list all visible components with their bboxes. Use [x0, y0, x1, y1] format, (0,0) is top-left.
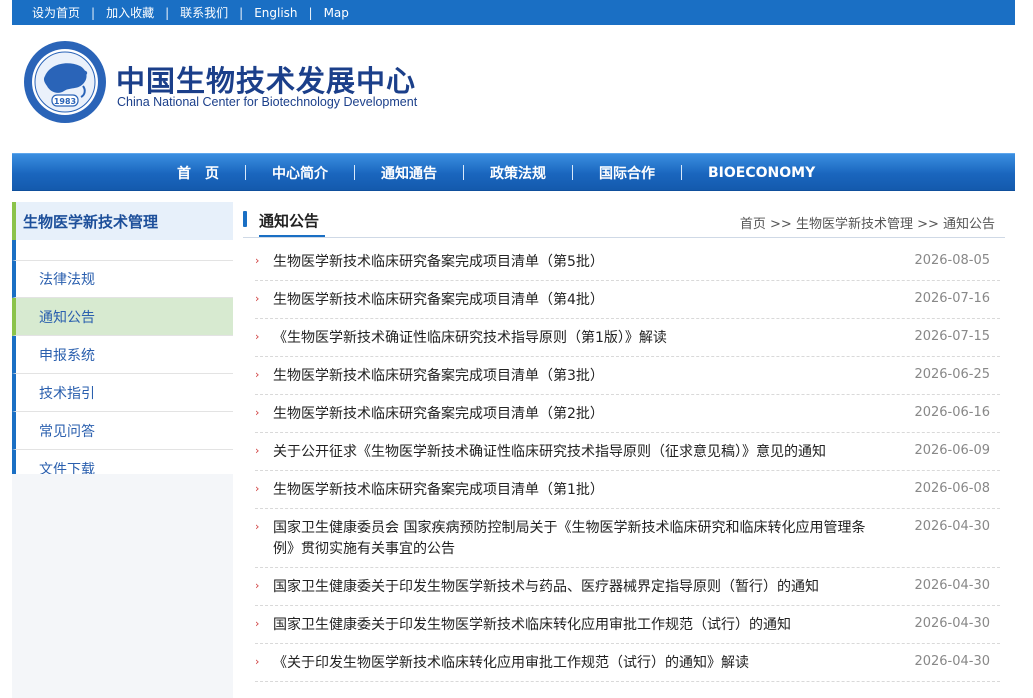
list-item: › 生物医学新技术临床研究备案完成项目清单（第2批） 2026-06-16 — [255, 395, 1000, 433]
english-link[interactable]: English — [254, 6, 297, 20]
list-item: › 关于公开征求《生物医学新技术确证性临床研究技术指导原则（征求意见稿）》意见的… — [255, 433, 1000, 471]
sidebar-spacer — [12, 240, 233, 260]
bullet-arrow-icon: › — [255, 292, 260, 305]
nav-notices[interactable]: 通知通告 — [381, 163, 437, 183]
list-item: › 生物医学新技术临床研究备案完成项目清单（第5批） 2026-08-05 — [255, 243, 1000, 281]
list-item: › 国家卫生健康委关于印发生物医学新技术临床转化应用审批工作规范（试行）的通知 … — [255, 606, 1000, 644]
bullet-arrow-icon: › — [255, 579, 260, 592]
site-header: 1983 中国生物技术发展中心 China National Center fo… — [12, 25, 1015, 153]
sidebar-item-technical-guidance[interactable]: 技术指引 — [12, 374, 233, 412]
notice-link[interactable]: 生物医学新技术临床研究备案完成项目清单（第2批） — [273, 404, 873, 425]
bullet-arrow-icon: › — [255, 655, 260, 668]
notice-date: 2026-07-15 — [914, 329, 990, 344]
divider: | — [308, 5, 313, 20]
nav-divider — [245, 165, 246, 180]
bullet-arrow-icon: › — [255, 254, 260, 267]
bullet-arrow-icon: › — [255, 482, 260, 495]
list-item: › 《关于印发生物医学新技术临床转化应用审批工作规范（试行）的通知》解读 202… — [255, 644, 1000, 682]
notice-date: 2026-06-16 — [914, 405, 990, 420]
emblem-year: 1983 — [54, 97, 76, 106]
list-item: › 生物医学新技术临床研究备案完成项目清单（第1批） 2026-06-08 — [255, 471, 1000, 509]
bullet-arrow-icon: › — [255, 520, 260, 533]
sidebar-item-laws[interactable]: 法律法规 — [12, 260, 233, 298]
main-nav: 首 页 中心简介 通知通告 政策法规 国际合作 BIOECONOMY — [12, 153, 1015, 191]
title-underline — [259, 235, 325, 237]
notice-link[interactable]: 《生物医学新技术确证性临床研究技术指导原则（第1版）》解读 — [273, 328, 873, 349]
notice-link[interactable]: 《关于印发生物医学新技术临床转化应用审批工作规范（试行）的通知》解读 — [273, 653, 873, 674]
notice-date: 2026-06-09 — [914, 443, 990, 458]
notice-date: 2026-04-30 — [914, 519, 990, 534]
notice-link[interactable]: 生物医学新技术临床研究备案完成项目清单（第1批） — [273, 480, 873, 501]
sidebar-background — [12, 474, 233, 698]
bullet-arrow-icon: › — [255, 406, 260, 419]
notice-date: 2026-04-30 — [914, 654, 990, 669]
add-favorite-link[interactable]: 加入收藏 — [106, 4, 154, 21]
nav-international[interactable]: 国际合作 — [599, 163, 655, 183]
nav-divider — [463, 165, 464, 180]
content-header: 通知公告 首页 >> 生物医学新技术管理 >> 通知公告 — [243, 202, 1005, 238]
nav-about[interactable]: 中心简介 — [272, 163, 328, 183]
page-title: 通知公告 — [259, 212, 320, 230]
center-emblem-logo[interactable]: 1983 — [23, 40, 107, 124]
divider: | — [165, 5, 170, 20]
notice-date: 2026-06-08 — [914, 481, 990, 496]
top-utility-bar: 设为首页 | 加入收藏 | 联系我们 | English | Map — [12, 0, 1015, 25]
divider: | — [239, 5, 244, 20]
notice-date: 2026-08-05 — [914, 253, 990, 268]
notice-date: 2026-04-30 — [914, 616, 990, 631]
notice-list: › 生物医学新技术临床研究备案完成项目清单（第5批） 2026-08-05 › … — [255, 243, 1000, 682]
set-homepage-link[interactable]: 设为首页 — [32, 4, 80, 21]
nav-divider — [572, 165, 573, 180]
list-item: › 生物医学新技术临床研究备案完成项目清单（第4批） 2026-07-16 — [255, 281, 1000, 319]
notice-link[interactable]: 关于公开征求《生物医学新技术确证性临床研究技术指导原则（征求意见稿）》意见的通知 — [273, 442, 873, 463]
nav-home[interactable]: 首 页 — [177, 163, 219, 183]
notice-link[interactable]: 国家卫生健康委关于印发生物医学新技术临床转化应用审批工作规范（试行）的通知 — [273, 615, 873, 636]
bullet-arrow-icon: › — [255, 444, 260, 457]
sidebar-item-faq[interactable]: 常见问答 — [12, 412, 233, 450]
list-item: › 生物医学新技术临床研究备案完成项目清单（第3批） 2026-06-25 — [255, 357, 1000, 395]
org-name-cn: 中国生物技术发展中心 — [116, 64, 417, 98]
list-item: › 《生物医学新技术确证性临床研究技术指导原则（第1版）》解读 2026-07-… — [255, 319, 1000, 357]
nav-items: 首 页 中心简介 通知通告 政策法规 国际合作 BIOECONOMY — [177, 154, 815, 191]
list-item: › 国家卫生健康委员会 国家疾病预防控制局关于《生物医学新技术临床研究和临床转化… — [255, 509, 1000, 568]
notice-link[interactable]: 生物医学新技术临床研究备案完成项目清单（第5批） — [273, 252, 873, 273]
sidebar-item-filing-system[interactable]: 申报系统 — [12, 336, 233, 374]
notice-link[interactable]: 国家卫生健康委关于印发生物医学新技术与药品、医疗器械界定指导原则（暂行）的通知 — [273, 577, 873, 598]
sidebar: 生物医学新技术管理 法律法规 通知公告 申报系统 技术指引 常见问答 文件下载 — [12, 202, 233, 698]
nav-policies[interactable]: 政策法规 — [490, 163, 546, 183]
title-marker — [243, 211, 247, 227]
notice-link[interactable]: 生物医学新技术临床研究备案完成项目清单（第4批） — [273, 290, 873, 311]
notice-date: 2026-06-25 — [914, 367, 990, 382]
notice-link[interactable]: 国家卫生健康委员会 国家疾病预防控制局关于《生物医学新技术临床研究和临床转化应用… — [273, 518, 873, 560]
nav-divider — [681, 165, 682, 180]
bullet-arrow-icon: › — [255, 368, 260, 381]
breadcrumb: 首页 >> 生物医学新技术管理 >> 通知公告 — [739, 217, 995, 232]
notice-date: 2026-04-30 — [914, 578, 990, 593]
bullet-arrow-icon: › — [255, 330, 260, 343]
contact-us-link[interactable]: 联系我们 — [180, 4, 228, 21]
notice-link[interactable]: 生物医学新技术临床研究备案完成项目清单（第3批） — [273, 366, 873, 387]
nav-divider — [354, 165, 355, 180]
top-links: 设为首页 | 加入收藏 | 联系我们 | English | Map — [12, 0, 1015, 25]
sidebar-item-notices[interactable]: 通知公告 — [12, 298, 233, 336]
nav-bioeconomy[interactable]: BIOECONOMY — [708, 165, 815, 181]
map-link[interactable]: Map — [324, 6, 349, 20]
divider: | — [91, 5, 96, 20]
main-content: 通知公告 首页 >> 生物医学新技术管理 >> 通知公告 › 生物医学新技术临床… — [243, 202, 1005, 698]
list-item: › 国家卫生健康委关于印发生物医学新技术与药品、医疗器械界定指导原则（暂行）的通… — [255, 568, 1000, 606]
org-name-en: China National Center for Biotechnology … — [117, 95, 418, 109]
sidebar-title: 生物医学新技术管理 — [12, 202, 233, 240]
bullet-arrow-icon: › — [255, 617, 260, 630]
notice-date: 2026-07-16 — [914, 291, 990, 306]
